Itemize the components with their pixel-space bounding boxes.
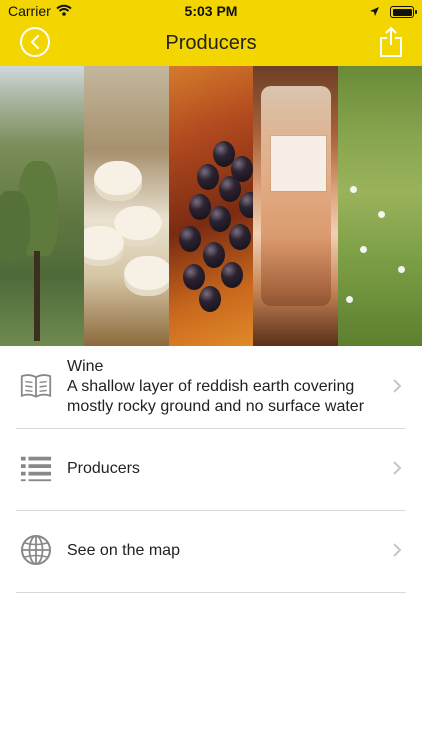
status-time: 5:03 PM [184,3,238,19]
list-item-texts: Producers [67,428,382,510]
chevron-right-icon [393,543,402,557]
list-icon [20,452,52,484]
flower [397,266,405,273]
menu-list: Wine A shallow layer of reddish earth co… [0,346,422,593]
list-item-texts: Wine A shallow layer of reddish earth co… [67,346,382,428]
grape [188,194,211,220]
jar-shape [261,86,332,306]
battery-icon [390,6,417,18]
cheese-wheel [84,226,125,266]
header-image-collage [0,66,422,346]
grapes-image [168,66,254,346]
list-item-title: Producers [67,460,140,477]
list-item-title: Wine [67,358,104,375]
navigation-bar: Producers [0,22,422,66]
list-item-texts: See on the map [67,510,382,592]
flower [377,211,385,218]
grape [238,192,254,218]
flower [359,246,367,253]
preserve-jar-image [253,66,338,346]
grape [178,226,201,252]
tree-shape [0,191,30,261]
list-item-producers[interactable]: Producers [0,428,422,510]
grape [182,264,205,290]
list-item-wine[interactable]: Wine A shallow layer of reddish earth co… [0,346,422,428]
grape [208,206,231,232]
chevron-right-icon [393,379,402,393]
top-bar: Carrier 5:03 PM Producers [0,0,422,66]
page-title: Producers [165,32,257,54]
status-right [369,4,417,20]
grape [218,176,241,202]
share-button[interactable] [378,26,404,58]
list-item-map[interactable]: See on the map [0,510,422,592]
cheese-wheel [94,161,143,201]
chevron-right-icon [393,461,402,475]
grape [228,224,251,250]
grape [202,242,225,268]
meadow-image [337,66,422,346]
list-item-subtitle: A shallow layer of reddish earth coverin… [67,378,365,415]
grape [220,262,243,288]
cheese-wheel [124,256,169,296]
olive-grove-image [0,66,85,346]
jar-label [271,136,327,191]
status-bar: Carrier 5:03 PM [0,0,422,22]
flower [349,186,357,193]
open-book-icon [20,370,52,402]
tree-trunk [34,251,40,341]
divider [16,592,406,593]
flower [345,296,353,303]
share-icon [380,26,402,57]
globe-icon [20,534,52,566]
list-item-title: See on the map [67,542,180,559]
location-arrow-icon [369,4,380,20]
grape [196,164,219,190]
grape [198,286,221,312]
cheese-image [84,66,169,346]
